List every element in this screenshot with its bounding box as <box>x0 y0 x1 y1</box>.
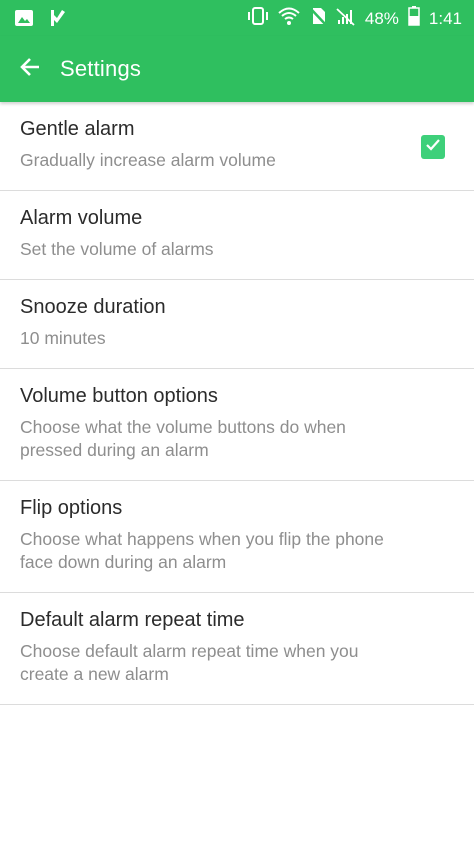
status-left-icons <box>14 8 68 33</box>
back-button[interactable] <box>14 53 46 85</box>
no-signal-icon <box>336 6 356 31</box>
setting-title: Alarm volume <box>20 207 143 229</box>
setting-alarm-volume[interactable]: Alarm volume Set the volume of alarms <box>0 191 474 280</box>
app-bar: Settings <box>0 36 474 102</box>
gentle-alarm-checkbox[interactable] <box>421 135 445 159</box>
setting-summary: Choose default alarm repeat time when yo… <box>20 641 359 684</box>
setting-title: Snooze duration <box>20 296 166 318</box>
setting-summary: Set the volume of alarms <box>20 239 214 259</box>
image-icon <box>14 8 34 33</box>
setting-volume-button-options[interactable]: Volume button options Choose what the vo… <box>0 369 474 481</box>
setting-summary: Gradually increase alarm volume <box>20 150 276 170</box>
check-flag-icon <box>48 8 68 33</box>
clock: 1:41 <box>428 8 462 28</box>
setting-flip-options[interactable]: Flip options Choose what happens when yo… <box>0 481 474 593</box>
settings-list: Gentle alarm Gradually increase alarm vo… <box>0 102 474 705</box>
setting-snooze-duration[interactable]: Snooze duration 10 minutes <box>0 280 474 369</box>
battery-percent: 48% <box>364 8 399 28</box>
back-arrow-icon <box>18 55 42 84</box>
setting-title: Flip options <box>20 497 123 519</box>
setting-summary: 10 minutes <box>20 328 106 348</box>
no-sim-icon <box>308 6 327 31</box>
battery-icon <box>408 6 420 31</box>
wifi-icon <box>278 6 300 31</box>
setting-title: Volume button options <box>20 385 218 407</box>
setting-gentle-alarm[interactable]: Gentle alarm Gradually increase alarm vo… <box>0 102 474 191</box>
setting-title: Default alarm repeat time <box>20 609 245 631</box>
status-right-icons: 48% 1:41 <box>247 6 462 31</box>
checkmark-icon <box>424 136 442 159</box>
setting-summary: Choose what the volume buttons do when p… <box>20 417 346 460</box>
vibrate-icon <box>247 6 269 31</box>
setting-default-alarm-repeat-time[interactable]: Default alarm repeat time Choose default… <box>0 593 474 705</box>
setting-summary: Choose what happens when you flip the ph… <box>20 529 384 572</box>
page-title: Settings <box>60 56 142 81</box>
status-bar: 48% 1:41 <box>0 0 474 36</box>
setting-title: Gentle alarm <box>20 118 135 140</box>
